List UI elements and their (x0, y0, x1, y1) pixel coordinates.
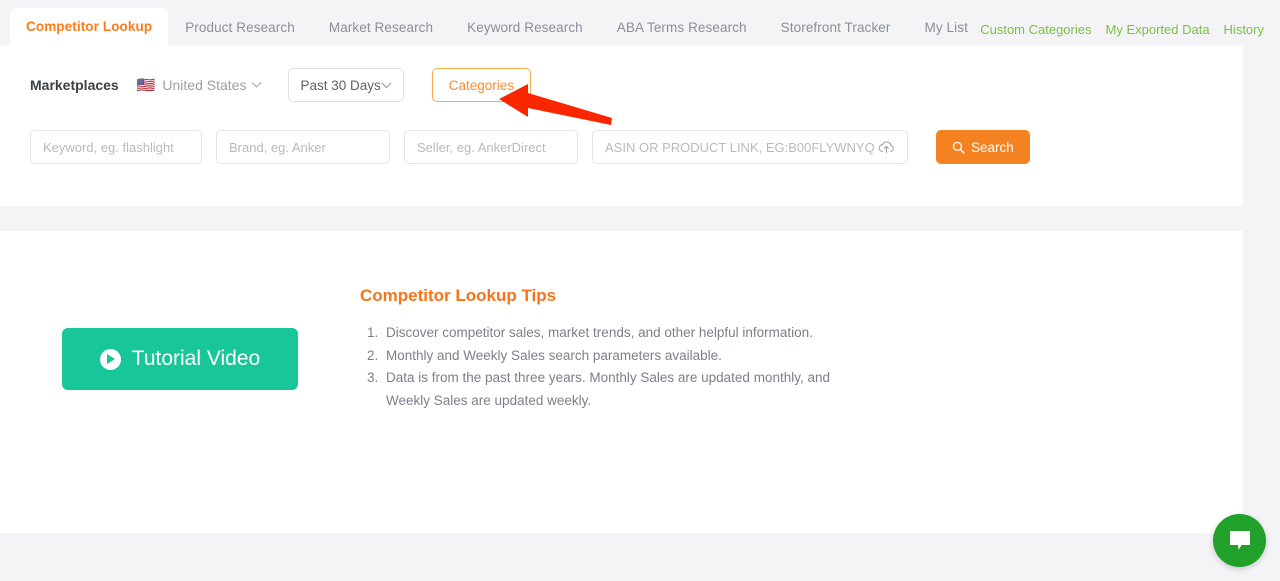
filters-row: Marketplaces 🇺🇸 United States Past 30 Da… (30, 68, 1213, 102)
chat-widget-button[interactable] (1213, 514, 1266, 567)
asin-field[interactable] (592, 130, 908, 164)
chat-bubble-icon (1229, 530, 1250, 550)
tips-list: Discover competitor sales, market trends… (360, 322, 830, 412)
utility-links: Custom Categories My Exported Data Histo… (980, 22, 1264, 37)
tab-aba-terms-research[interactable]: ABA Terms Research (600, 9, 764, 46)
list-item: Discover competitor sales, market trends… (382, 322, 830, 345)
tips-column: Competitor Lookup Tips Discover competit… (360, 286, 830, 412)
brand-field[interactable] (216, 130, 390, 164)
asin-input[interactable] (605, 139, 878, 155)
seller-field[interactable] (404, 130, 578, 164)
tips-panel: Tutorial Video Competitor Lookup Tips Di… (0, 231, 1243, 533)
date-range-select[interactable]: Past 30 Days (288, 68, 404, 102)
link-my-exported-data[interactable]: My Exported Data (1106, 22, 1210, 37)
tab-keyword-research[interactable]: Keyword Research (450, 9, 600, 46)
tab-product-research[interactable]: Product Research (168, 9, 312, 46)
marketplace-country-selector[interactable]: 🇺🇸 United States (136, 76, 262, 94)
categories-button[interactable]: Categories (431, 68, 532, 102)
chevron-down-icon (381, 81, 392, 88)
list-item: Data is from the past three years. Month… (382, 367, 830, 412)
tutorial-video-button[interactable]: Tutorial Video (62, 328, 298, 390)
search-button-label: Search (971, 139, 1014, 155)
tab-competitor-lookup[interactable]: Competitor Lookup (10, 8, 169, 46)
us-flag-icon: 🇺🇸 (136, 76, 156, 94)
page-root: Competitor Lookup Product Research Marke… (0, 0, 1280, 581)
tab-market-research[interactable]: Market Research (312, 9, 450, 46)
cloud-upload-icon[interactable] (878, 140, 895, 155)
marketplaces-label: Marketplaces (30, 77, 119, 93)
video-column: Tutorial Video (0, 286, 360, 390)
panel-divider (0, 206, 1280, 231)
top-navigation-bar: Competitor Lookup Product Research Marke… (0, 0, 1280, 46)
play-icon (99, 348, 121, 370)
search-button[interactable]: Search (936, 130, 1030, 164)
brand-input[interactable] (229, 139, 377, 155)
tips-content: Tutorial Video Competitor Lookup Tips Di… (0, 231, 1243, 412)
search-panel: Marketplaces 🇺🇸 United States Past 30 Da… (0, 46, 1243, 206)
link-custom-categories[interactable]: Custom Categories (980, 22, 1091, 37)
list-item: Monthly and Weekly Sales search paramete… (382, 345, 830, 368)
tab-list: Competitor Lookup Product Research Marke… (0, 0, 985, 46)
keyword-field[interactable] (30, 130, 202, 164)
chevron-down-icon (252, 77, 262, 88)
tutorial-video-label: Tutorial Video (131, 347, 261, 370)
search-icon (952, 141, 965, 154)
tab-my-list[interactable]: My List (908, 9, 985, 46)
tab-storefront-tracker[interactable]: Storefront Tracker (764, 9, 908, 46)
search-fields-row: Search (30, 130, 1213, 164)
date-range-value: Past 30 Days (300, 77, 381, 93)
keyword-input[interactable] (43, 139, 189, 155)
seller-input[interactable] (417, 139, 565, 155)
country-name: United States (162, 77, 247, 93)
tips-title: Competitor Lookup Tips (360, 286, 557, 305)
link-history[interactable]: History (1224, 22, 1264, 37)
